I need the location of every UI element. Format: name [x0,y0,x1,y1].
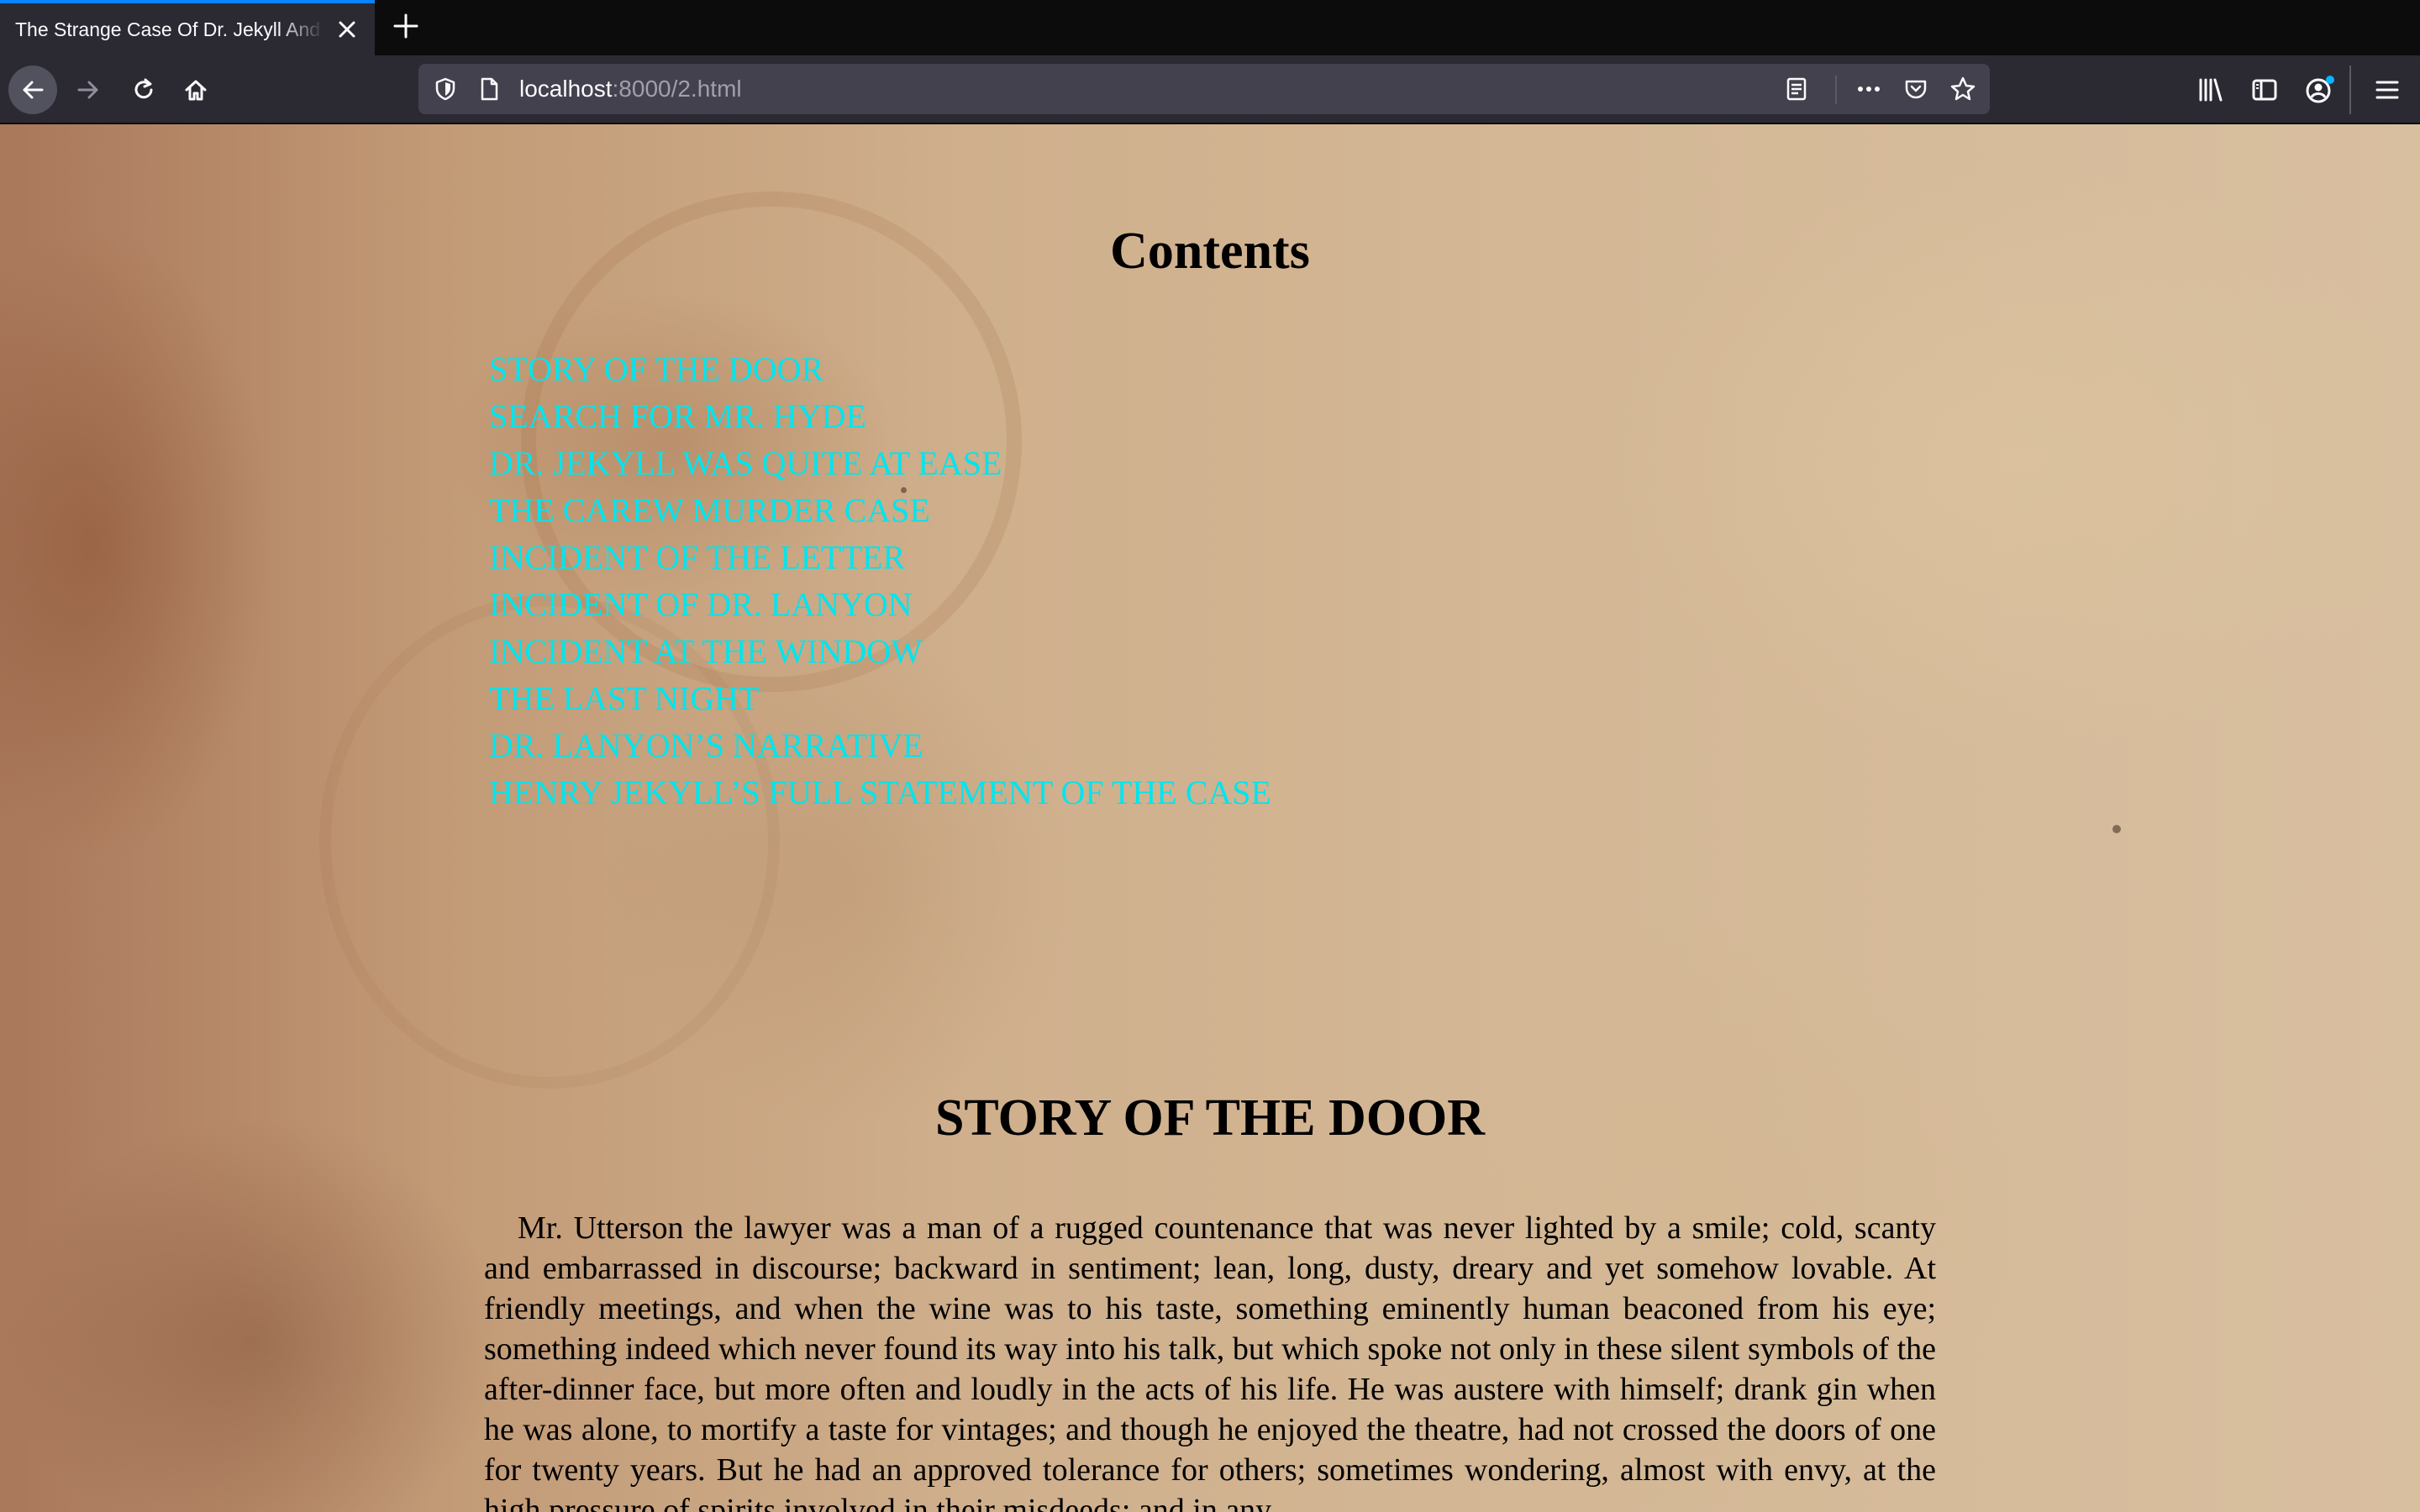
toc-link[interactable]: THE LAST NIGHT [489,680,759,717]
home-icon [185,80,207,101]
url-text[interactable]: localhost:8000/2.html [519,76,742,102]
toolbar-separator [2349,66,2351,114]
back-arrow-icon [23,81,44,99]
tab-title: The Strange Case Of Dr. Jekyll And Mr. H… [15,18,324,40]
toc-link[interactable]: THE CAREW MURDER CASE [489,491,930,529]
toc-link[interactable]: INCIDENT AT THE WINDOW [489,633,923,670]
page-icon[interactable] [476,76,502,102]
toc-link[interactable]: STORY OF THE DOOR [489,350,823,388]
address-bar[interactable]: localhost:8000/2.html [418,64,1990,114]
toc-item: DR. LANYON’S NARRATIVE [489,722,1271,769]
nav-toolbar: localhost:8000/2.html [0,55,2420,124]
forward-arrow-icon [77,81,98,99]
sidebar-icon[interactable] [2250,76,2279,104]
contents-heading: Contents [1110,223,1310,280]
tab-active[interactable]: The Strange Case Of Dr. Jekyll And Mr. H… [0,0,375,55]
url-host: localhost [519,76,613,102]
tab-strip: The Strange Case Of Dr. Jekyll And Mr. H… [0,0,2420,55]
toc-link[interactable]: DR. LANYON’S NARRATIVE [489,727,923,764]
toc-link[interactable]: SEARCH FOR MR. HYDE [489,397,866,435]
shield-icon[interactable] [432,76,459,102]
table-of-contents: STORY OF THE DOOR SEARCH FOR MR. HYDE DR… [489,346,1271,816]
reload-icon [134,78,153,99]
toc-item: STORY OF THE DOOR [489,346,1271,393]
new-tab-icon[interactable] [392,12,420,40]
toc-item: INCIDENT OF THE LETTER [489,534,1271,581]
pocket-icon[interactable] [1902,76,1929,102]
library-icon[interactable] [2196,76,2225,104]
close-icon[interactable] [334,17,360,42]
account-icon[interactable] [2304,74,2336,106]
toc-link[interactable]: DR. JEKYLL WAS QUITE AT EASE [489,444,1002,482]
page-content: Contents STORY OF THE DOOR SEARCH FOR MR… [0,124,2420,1512]
menu-icon[interactable] [2373,76,2402,104]
reload-button[interactable] [119,66,168,114]
toc-item: DR. JEKYLL WAS QUITE AT EASE [489,440,1271,487]
reader-view-icon[interactable] [1783,76,1810,102]
paper-speck [2112,825,2121,833]
toc-link[interactable]: HENRY JEKYLL’S FULL STATEMENT OF THE CAS… [489,774,1271,811]
toc-item: INCIDENT OF DR. LANYON [489,581,1271,628]
urlbar-separator [1835,76,1837,104]
bookmark-star-icon[interactable] [1949,76,1976,102]
home-button[interactable] [171,66,220,114]
chapter-title: STORY OF THE DOOR [934,1089,1486,1147]
chapter-paragraph: Mr. Utterson the lawyer was a man of a r… [484,1210,1936,1512]
toc-item: THE CAREW MURDER CASE [489,487,1271,534]
toc-item: INCIDENT AT THE WINDOW [489,628,1271,675]
toc-item: HENRY JEKYLL’S FULL STATEMENT OF THE CAS… [489,769,1271,816]
toc-link[interactable]: INCIDENT OF THE LETTER [489,538,905,576]
toc-item: SEARCH FOR MR. HYDE [489,393,1271,440]
toc-link[interactable]: INCIDENT OF DR. LANYON [489,585,913,623]
toc-item: THE LAST NIGHT [489,675,1271,722]
more-actions-icon[interactable] [1855,76,1882,102]
back-button[interactable] [8,66,57,114]
url-path: :8000/2.html [612,76,742,102]
forward-button[interactable] [64,66,113,114]
